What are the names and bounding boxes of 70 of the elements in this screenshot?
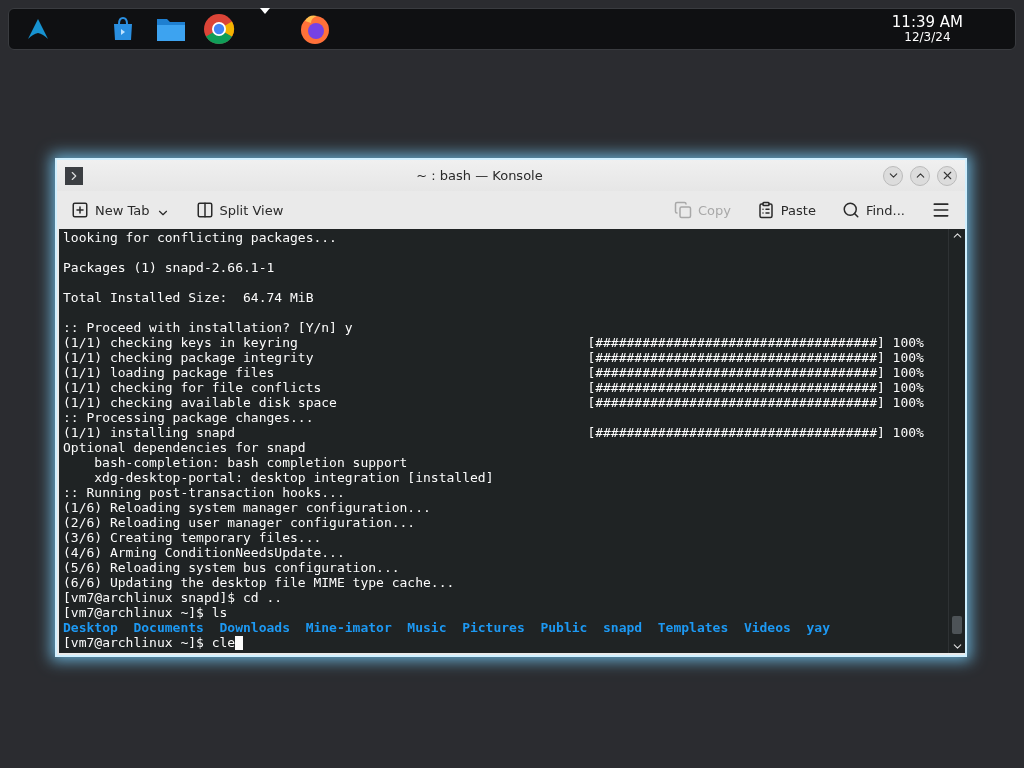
terminal-line: :: Running post-transaction hooks... bbox=[63, 485, 345, 500]
terminal-icon bbox=[65, 166, 83, 185]
clock-time: 11:39 AM bbox=[891, 14, 963, 31]
command-prompt: [vm7@archlinux ~]$ cle bbox=[63, 635, 236, 650]
terminal-line: Optional dependencies for snapd bbox=[63, 440, 306, 455]
directory-name: Documents bbox=[133, 620, 204, 635]
terminal-line: (6/6) Updating the desktop file MIME type cache... bbox=[63, 575, 455, 590]
new-tab-icon bbox=[71, 201, 89, 219]
progress-bar-text: [####################################] bbox=[587, 365, 885, 380]
terminal-line: (1/1) loading package files bbox=[63, 365, 276, 380]
clipboard-icon bbox=[756, 201, 775, 219]
active-task-indicator bbox=[260, 8, 270, 14]
terminal-line: (2/6) Reloading user manager configuration... bbox=[63, 515, 416, 530]
search-icon bbox=[841, 201, 860, 219]
terminal-line: bash-completion: bash completion support bbox=[94, 455, 408, 470]
terminal-line: (1/1) checking package integrity bbox=[63, 350, 315, 365]
split-view-button[interactable]: Split View bbox=[189, 197, 290, 223]
terminal-line: :: Processing package changes... bbox=[63, 410, 314, 425]
terminal-line: (1/1) checking for file conflicts bbox=[63, 380, 323, 395]
terminal-line: :: Proceed with installation? [Y/n] y bbox=[63, 320, 353, 335]
progress-percent: 100% bbox=[892, 380, 924, 395]
directory-name: Desktop bbox=[63, 620, 118, 635]
find-button[interactable]: Find... bbox=[835, 197, 911, 223]
directory-name: Music bbox=[407, 620, 447, 635]
progress-percent: 100% bbox=[892, 335, 924, 350]
directory-name: snapd bbox=[603, 620, 643, 635]
paste-button[interactable]: Paste bbox=[750, 197, 822, 223]
terminal-line: (4/6) Arming ConditionNeedsUpdate... bbox=[63, 545, 345, 560]
progress-percent: 100% bbox=[892, 425, 924, 440]
progress-bar-text: [####################################] bbox=[587, 350, 885, 365]
terminal-line: (3/6) Creating temporary files... bbox=[63, 530, 322, 545]
terminal-line: (5/6) Reloading system bus configuration... bbox=[63, 560, 400, 575]
directory-name: Videos bbox=[743, 620, 791, 635]
terminal-line: looking for conflicting packages... bbox=[63, 230, 337, 245]
clock-date: 12/3/24 bbox=[904, 31, 951, 44]
scrollbar[interactable] bbox=[948, 229, 965, 653]
arch-logo-icon[interactable] bbox=[27, 18, 49, 40]
terminal-line: (1/1) installing snapd bbox=[63, 425, 237, 440]
progress-percent: 100% bbox=[892, 365, 924, 380]
terminal-line: (1/1) checking keys in keyring bbox=[63, 335, 299, 350]
new-tab-button[interactable]: New Tab bbox=[65, 196, 176, 224]
terminal-line: [vm7@archlinux snapd]$ cd .. bbox=[63, 590, 283, 605]
progress-percent: 100% bbox=[892, 395, 924, 410]
terminal-line: [vm7@archlinux ~]$ ls bbox=[63, 605, 228, 620]
directory-name: Downloads bbox=[219, 620, 290, 635]
terminal-line: Packages (1) snapd-2.66.1-1 bbox=[63, 260, 275, 275]
progress-bar-text: [####################################] bbox=[587, 335, 885, 350]
terminal-line: (1/6) Reloading system manager configuration... bbox=[63, 500, 431, 515]
terminal-line: Total Installed Size: 64.74 MiB bbox=[63, 290, 314, 305]
progress-percent: 100% bbox=[892, 350, 924, 365]
directory-name: yay bbox=[806, 620, 830, 635]
terminal-line: xdg-desktop-portal: desktop integration [installed] bbox=[94, 470, 494, 485]
scrollbar-thumb[interactable] bbox=[952, 616, 962, 634]
copy-icon bbox=[673, 201, 692, 219]
progress-bar-text: [####################################] bbox=[587, 380, 885, 395]
maximize-button[interactable] bbox=[910, 165, 930, 186]
columns-icon bbox=[195, 201, 214, 219]
progress-bar-text: [####################################] bbox=[587, 425, 885, 440]
window-title: ~ : bash — Konsole bbox=[415, 168, 544, 183]
directory-name: Pictures bbox=[462, 620, 525, 635]
minimize-button[interactable] bbox=[883, 165, 903, 186]
terminal[interactable] bbox=[59, 229, 965, 653]
menu-icon bbox=[931, 200, 951, 220]
directory-name: Mine-imator bbox=[305, 620, 392, 635]
terminal-line: (1/1) checking available disk space bbox=[63, 395, 338, 410]
progress-bar-text: [####################################] bbox=[587, 395, 885, 410]
directory-name: Public bbox=[540, 620, 588, 635]
browser-icon[interactable] bbox=[201, 11, 237, 47]
directory-name: Templates bbox=[657, 620, 729, 635]
close-button[interactable] bbox=[937, 165, 957, 186]
